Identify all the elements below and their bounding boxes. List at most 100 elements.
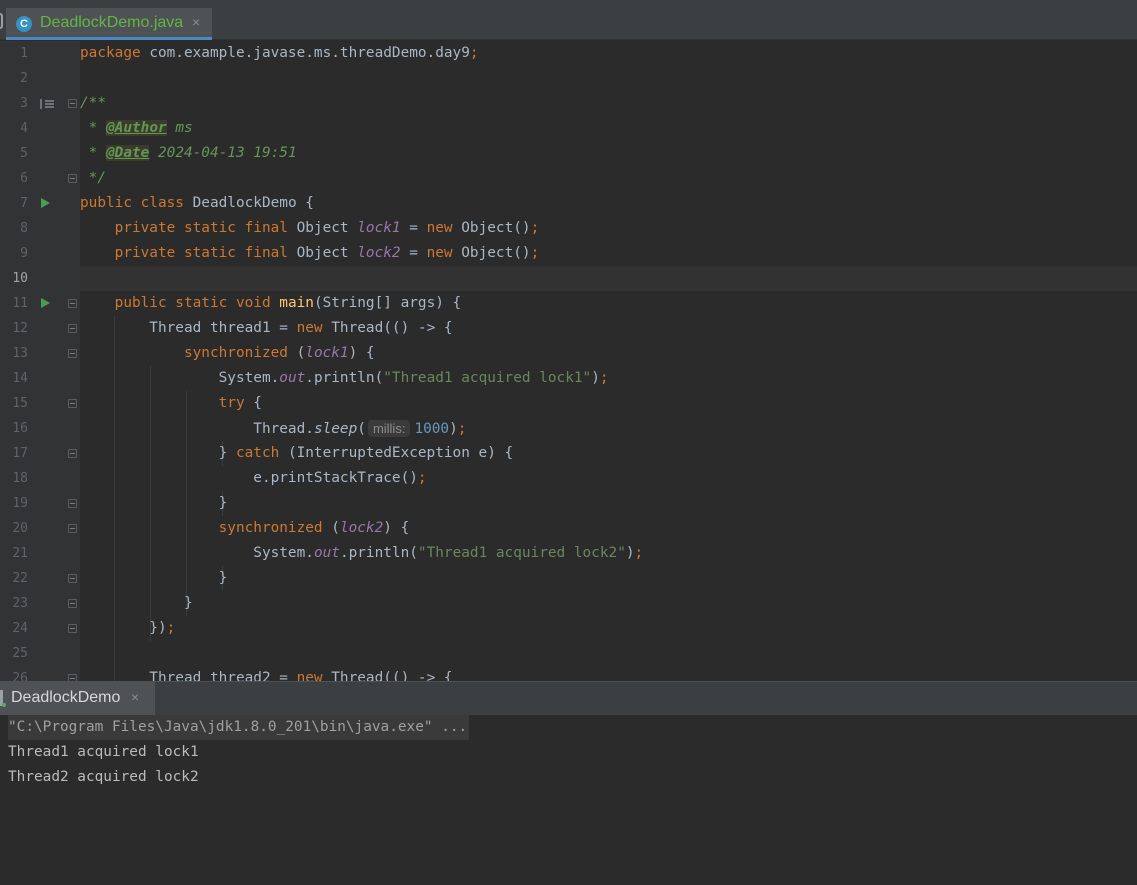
code-token: } <box>80 570 228 586</box>
code-token: lock1 <box>305 345 349 361</box>
code-token: */ <box>80 170 106 186</box>
code-line[interactable]: package com.example.javase.ms.threadDemo… <box>80 41 479 66</box>
code-token: Object <box>296 220 358 236</box>
fold-icon[interactable] <box>68 599 77 608</box>
code-token: lock2 <box>339 520 384 536</box>
code-line[interactable]: * @Author ms <box>80 116 193 141</box>
code-line[interactable]: public class DeadlockDemo { <box>80 191 314 216</box>
gutter-line[interactable]: 25 <box>0 641 80 666</box>
code-line[interactable]: try { <box>80 391 262 416</box>
code-line[interactable]: Thread thread1 = new Thread(() -> { <box>80 316 452 341</box>
code-token: new <box>426 220 462 236</box>
line-number: 10 <box>12 271 28 286</box>
run-gutter-icon[interactable] <box>41 198 50 208</box>
fold-icon[interactable] <box>68 449 77 458</box>
collapse-icon[interactable] <box>0 13 3 29</box>
gutter-line[interactable]: 24 <box>0 616 80 641</box>
code-token: /** <box>80 95 106 111</box>
gutter-line[interactable]: 19 <box>0 491 80 516</box>
code-line[interactable]: public static void main(String[] args) { <box>80 291 462 316</box>
gutter-line[interactable]: 9 <box>0 241 80 266</box>
gutter-line[interactable]: 5 <box>0 141 80 166</box>
code-token: 1000 <box>414 421 450 437</box>
gutter-line[interactable]: 7 <box>0 191 80 216</box>
code-line[interactable]: } catch (InterruptedException e) { <box>80 441 514 466</box>
code-line[interactable]: */ <box>80 166 106 191</box>
running-status-icon <box>2 703 6 707</box>
fold-icon[interactable] <box>68 349 77 358</box>
code-token: public static void <box>80 295 280 311</box>
current-line-highlight <box>80 266 1137 291</box>
gutter-line[interactable]: 16 <box>0 416 80 441</box>
code-line[interactable]: Thread.sleep(millis: 1000); <box>80 416 466 441</box>
code-token: .println( <box>305 370 384 386</box>
gutter-line[interactable]: 26 <box>0 666 80 681</box>
code-token: main <box>279 295 314 311</box>
run-tab-deadlockdemo[interactable]: DeadlockDemo × <box>0 682 155 715</box>
code-token: @Date <box>106 145 150 161</box>
code-token: public class <box>80 195 193 211</box>
code-token: Thread. <box>80 421 314 437</box>
gutter-line[interactable]: 3 <box>0 91 80 116</box>
fold-icon[interactable] <box>68 99 77 108</box>
code-editor[interactable]: 1 2 3 4 5 6 7 8 9 10 11 12 13 14 15 16 17 18 19 20 21 22 23 24 2… <box>0 41 1137 681</box>
gutter-line[interactable]: 17 <box>0 441 80 466</box>
gutter-line[interactable]: 12 <box>0 316 80 341</box>
gutter-line[interactable]: 8 <box>0 216 80 241</box>
code-line[interactable]: synchronized (lock2) { <box>80 516 410 541</box>
code-line[interactable]: e.printStackTrace(); <box>80 466 426 491</box>
console-command-line[interactable]: "C:\Program Files\Java\jdk1.8.0_201\bin\… <box>8 715 470 740</box>
code-line[interactable]: } <box>80 491 228 516</box>
gutter-line[interactable]: 2 <box>0 66 80 91</box>
fold-icon[interactable] <box>68 524 77 533</box>
fold-icon[interactable] <box>68 299 77 308</box>
code-line[interactable]: /** <box>80 91 106 116</box>
fold-icon[interactable] <box>68 624 77 633</box>
code-token: ( <box>357 421 366 437</box>
code-line[interactable]: } <box>80 566 228 591</box>
code-token: ) { <box>383 520 410 536</box>
gutter-line[interactable]: 6 <box>0 166 80 191</box>
code-line[interactable]: private static final Object lock2 = new … <box>80 241 540 266</box>
code-line[interactable]: Thread thread2 = new Thread(() -> { <box>80 666 452 681</box>
gutter-line[interactable]: 10 <box>0 266 80 291</box>
close-run-tab-icon[interactable]: × <box>131 689 139 705</box>
gutter-line[interactable]: 14 <box>0 366 80 391</box>
gutter-line[interactable]: 15 <box>0 391 80 416</box>
run-gutter-icon[interactable] <box>41 298 50 308</box>
fold-icon[interactable] <box>68 324 77 333</box>
code-token: }) <box>80 620 167 636</box>
editor-tab-deadlockdemo[interactable]: C DeadlockDemo.java × <box>6 8 212 40</box>
line-number: 1 <box>20 46 28 61</box>
code-line[interactable]: System.out.println("Thread1 acquired loc… <box>80 366 609 391</box>
line-number: 23 <box>12 596 28 611</box>
gutter-line[interactable]: 20 <box>0 516 80 541</box>
code-line[interactable]: * @Date 2024-04-13 19:51 <box>80 141 297 166</box>
code-line[interactable]: synchronized (lock1) { <box>80 341 375 366</box>
code-token: Object <box>296 245 358 261</box>
fold-icon[interactable] <box>68 499 77 508</box>
code-line[interactable]: }); <box>80 616 175 641</box>
code-line[interactable]: } <box>80 591 193 616</box>
fold-icon[interactable] <box>68 399 77 408</box>
editor-tab-bar: C DeadlockDemo.java × <box>0 0 1137 40</box>
gutter-line[interactable]: 11 <box>0 291 80 316</box>
gutter-line[interactable]: 18 <box>0 466 80 491</box>
gutter-line[interactable]: 21 <box>0 541 80 566</box>
fold-icon[interactable] <box>68 574 77 583</box>
gutter-line[interactable]: 23 <box>0 591 80 616</box>
gutter-line[interactable]: 13 <box>0 341 80 366</box>
close-tab-icon[interactable]: × <box>192 14 200 30</box>
code-token: sleep <box>313 421 358 437</box>
code-token: System. <box>80 545 314 561</box>
code-line[interactable]: private static final Object lock1 = new … <box>80 216 540 241</box>
code-token: package <box>80 45 150 61</box>
gutter-line[interactable]: 22 <box>0 566 80 591</box>
code-line[interactable]: System.out.println("Thread1 acquired loc… <box>80 541 643 566</box>
run-console[interactable]: "C:\Program Files\Java\jdk1.8.0_201\bin\… <box>0 715 1137 885</box>
fold-icon[interactable] <box>68 674 77 681</box>
gutter-line[interactable]: 1 <box>0 41 80 66</box>
render-doc-icon[interactable] <box>40 99 54 109</box>
fold-icon[interactable] <box>68 174 77 183</box>
gutter-line[interactable]: 4 <box>0 116 80 141</box>
